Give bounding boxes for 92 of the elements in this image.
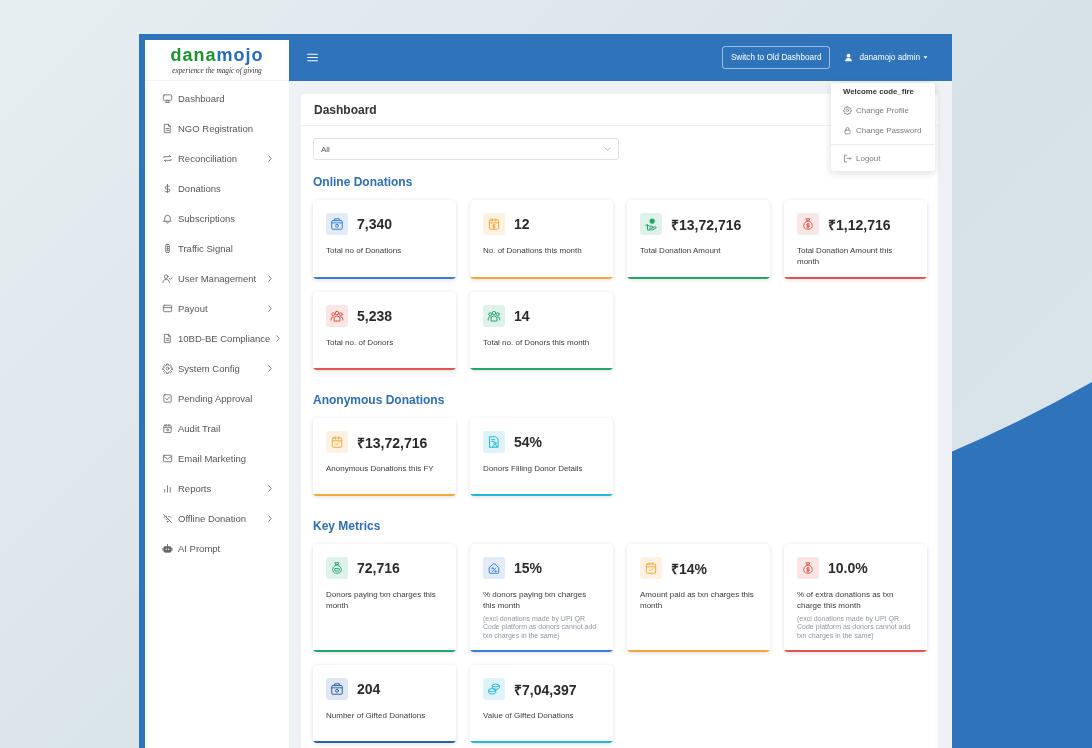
house-percent-icon	[483, 557, 505, 579]
box-icon	[326, 678, 348, 701]
sidebar-item[interactable]: Audit Trail	[145, 413, 289, 443]
sidebar-item[interactable]: Reconciliation	[145, 143, 289, 173]
people-icon	[326, 305, 348, 327]
stat-value: ₹13,72,716	[357, 433, 428, 452]
user-icon	[844, 53, 854, 62]
monitor-icon	[162, 92, 173, 104]
calendar-dollar-icon	[483, 213, 505, 235]
stat-value: 5,238	[357, 308, 393, 324]
sidebar-item[interactable]: Reports	[145, 473, 289, 503]
wifi-off-icon	[162, 512, 173, 524]
menu-item[interactable]: Change Profile	[831, 100, 935, 120]
money-bag-icon	[797, 213, 819, 235]
robot-icon	[162, 542, 173, 554]
stat-label: Total no of Donations	[326, 245, 403, 256]
sidebar-item[interactable]: Pending Approval	[145, 383, 289, 413]
menu-icon[interactable]	[306, 51, 319, 64]
bag-icon	[326, 557, 348, 579]
sidebar-item[interactable]: 10BD-BE Compliance	[145, 323, 289, 353]
stat-label: No. of Donations this month	[483, 245, 583, 256]
traffic-light-icon	[162, 242, 173, 254]
stat-label: Total Donation Amount	[640, 245, 722, 256]
sidebar-item[interactable]: System Config	[145, 353, 289, 383]
sidebar-item[interactable]: Offline Donation	[145, 503, 289, 533]
calendar-icon	[162, 422, 173, 434]
stat-label: % of extra donations as txn charge this month	[797, 589, 895, 611]
page-title: Dashboard	[314, 102, 377, 117]
sidebar-item[interactable]: AI Prompt	[145, 533, 289, 563]
sidebar-item[interactable]: User Management	[145, 263, 289, 293]
stat-label: Total no. of Donors	[326, 337, 395, 348]
section-heading: Online Donations	[313, 175, 414, 189]
menu-item[interactable]: Change Password	[831, 120, 935, 140]
sidebar-item[interactable]: Subscriptions	[145, 203, 289, 233]
section-heading: Anonymous Donations	[313, 393, 446, 407]
repeat-arrows-icon	[162, 152, 173, 164]
check-square-icon	[162, 392, 173, 404]
menu-item[interactable]: Logout	[831, 148, 935, 168]
logo-wordmark: danamojo	[170, 45, 264, 65]
stat-value: ₹1,12,716	[828, 215, 891, 234]
stat-value: 12	[514, 216, 530, 232]
coins-icon	[483, 678, 505, 701]
stat-value: 14	[514, 308, 530, 324]
filter-select[interactable]: All	[313, 138, 619, 160]
stat-label: Value of Gifted Donations	[483, 710, 575, 722]
credit-card-icon	[162, 302, 173, 314]
stat-value: 7,340	[357, 216, 393, 232]
bar-chart-icon	[162, 482, 173, 494]
document-icon	[162, 332, 173, 344]
section-heading: Key Metrics	[313, 519, 382, 533]
stat-label: Total no. of Donors this month	[483, 337, 591, 348]
money-bag-icon	[797, 557, 819, 579]
people-icon	[483, 305, 505, 327]
stat-value: 72,716	[357, 560, 400, 576]
dollar-icon	[162, 182, 173, 194]
mail-icon	[162, 452, 173, 464]
stat-value: 54%	[514, 434, 543, 450]
stat-label: Amount paid as txn charges this month	[640, 589, 755, 611]
sidebar-item[interactable]: Donations	[145, 173, 289, 203]
user-menu-button[interactable]: danamojo admin	[844, 53, 928, 62]
stat-value: ₹13,72,716	[671, 215, 742, 234]
switch-dashboard-button[interactable]: Switch to Old Dashboard	[721, 46, 831, 69]
calendar-check-icon	[326, 431, 348, 453]
sidebar-item[interactable]: Dashboard	[145, 83, 289, 113]
hand-coin-icon	[640, 213, 662, 235]
box-icon	[326, 213, 348, 235]
stat-label: Donors paying txn charges this month	[326, 589, 437, 611]
stat-label: Number of Gifted Donations	[326, 710, 427, 722]
bell-icon	[162, 212, 173, 224]
caret-icon	[923, 55, 928, 60]
stat-value: 204	[357, 681, 381, 698]
sidebar-item[interactable]: Payout	[145, 293, 289, 323]
stat-value: ₹14%	[671, 559, 708, 578]
stat-label: Anonymous Donations this FY	[326, 463, 435, 474]
settings-icon	[162, 362, 173, 374]
document-icon	[162, 122, 173, 134]
stat-label: Donors Filling Donor Details	[483, 463, 584, 474]
stat-value: 15%	[514, 560, 543, 576]
chevron-down-icon	[604, 147, 611, 151]
sidebar-item[interactable]: NGO Registration	[145, 113, 289, 143]
sidebar-item[interactable]: Traffic Signal	[145, 233, 289, 263]
lock-icon	[843, 125, 852, 135]
stat-value: 10.0%	[828, 560, 868, 576]
settings-icon	[843, 105, 852, 115]
stat-label: % donors paying txn charges this month	[483, 589, 588, 611]
logout-icon	[843, 153, 852, 163]
stat-value: ₹7,04,397	[514, 680, 577, 699]
calendar-check-icon	[640, 557, 662, 579]
stat-label: Total Donation Amount this month	[797, 245, 894, 267]
document-user-icon	[483, 431, 505, 453]
sidebar-item[interactable]: Email Marketing	[145, 443, 289, 473]
user-check-icon	[162, 272, 173, 284]
